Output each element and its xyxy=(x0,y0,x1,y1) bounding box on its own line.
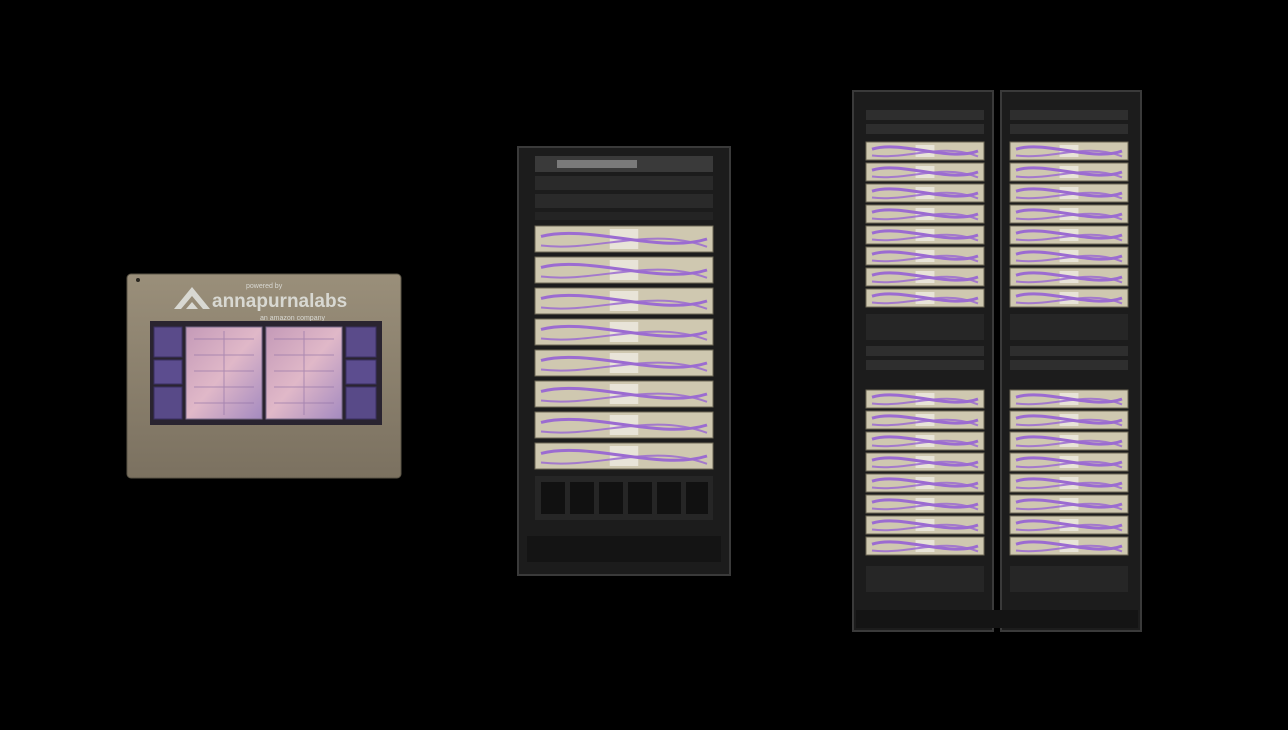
compute-tray xyxy=(534,318,714,346)
compute-tray xyxy=(865,473,985,493)
compute-tray xyxy=(1009,141,1129,161)
compute-tray xyxy=(865,536,985,556)
chip-brand: annapurnalabs xyxy=(212,291,347,312)
compute-tray xyxy=(1009,225,1129,245)
compute-tray xyxy=(1009,183,1129,203)
compute-tray xyxy=(1009,389,1129,409)
compute-tray xyxy=(1009,536,1129,556)
compute-tray xyxy=(865,183,985,203)
image-stage: powered by annapurnalabs an amazon compa… xyxy=(0,0,1288,730)
ultraserver-rack-pair xyxy=(852,90,1142,632)
compute-tray xyxy=(865,410,985,430)
compute-tray xyxy=(1009,515,1129,535)
compute-tray xyxy=(1009,452,1129,472)
compute-tray xyxy=(534,380,714,408)
compute-tray xyxy=(534,411,714,439)
compute-tray xyxy=(534,442,714,470)
compute-tray xyxy=(1009,431,1129,451)
chip-tagline: an amazon company xyxy=(260,315,325,322)
server-rack xyxy=(517,146,731,576)
compute-tray xyxy=(865,225,985,245)
compute-tray xyxy=(1009,473,1129,493)
compute-tray xyxy=(1009,267,1129,287)
compute-tray xyxy=(1009,494,1129,514)
compute-tray xyxy=(1009,162,1129,182)
compute-tray xyxy=(865,288,985,308)
compute-tray xyxy=(865,162,985,182)
chip-powered-by: powered by xyxy=(246,283,283,290)
compute-tray xyxy=(865,515,985,535)
trainium-chip: powered by annapurnalabs an amazon compa… xyxy=(126,273,402,479)
compute-tray xyxy=(1009,410,1129,430)
compute-tray xyxy=(865,431,985,451)
compute-tray xyxy=(1009,288,1129,308)
compute-tray xyxy=(865,267,985,287)
compute-tray xyxy=(534,349,714,377)
power-shelf xyxy=(527,476,721,562)
compute-tray xyxy=(865,494,985,514)
compute-tray xyxy=(534,287,714,315)
compute-tray xyxy=(865,204,985,224)
compute-tray xyxy=(865,141,985,161)
compute-tray xyxy=(1009,204,1129,224)
compute-tray xyxy=(534,256,714,284)
compute-tray xyxy=(865,389,985,409)
compute-tray xyxy=(534,225,714,253)
compute-tray xyxy=(1009,246,1129,266)
compute-tray xyxy=(865,452,985,472)
compute-tray xyxy=(865,246,985,266)
